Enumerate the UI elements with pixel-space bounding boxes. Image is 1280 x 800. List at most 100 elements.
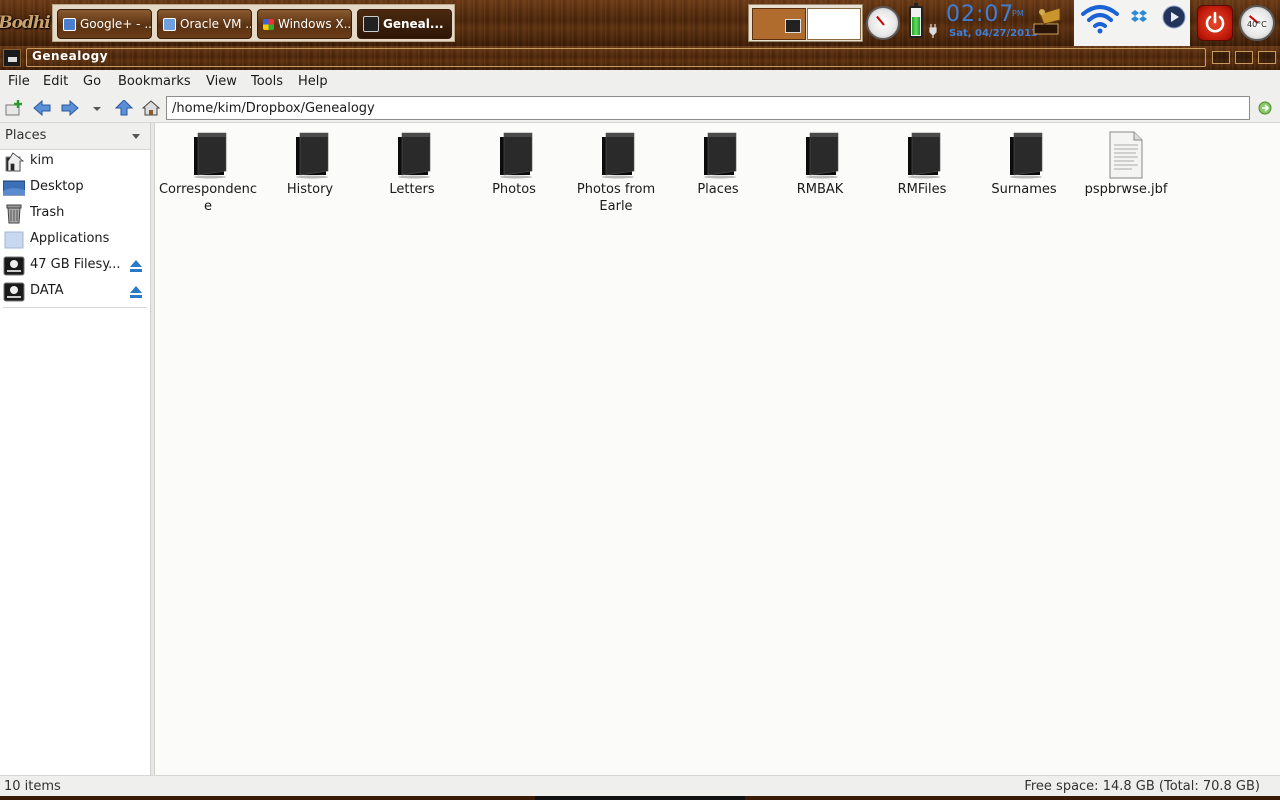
new-tab-icon[interactable] [5, 100, 23, 116]
folder-item[interactable]: Letters [362, 131, 462, 198]
bottom-panel-dock[interactable] [535, 796, 745, 800]
workspace-1[interactable] [752, 8, 806, 40]
folder-icon [1010, 132, 1043, 179]
document-icon [1109, 131, 1143, 179]
sidebar-item-47gb-filesystem[interactable]: 47 GB Filesy... [0, 253, 150, 279]
folder-icon [500, 132, 533, 179]
places-sidebar: Places kim Desktop Trash Applications 47… [0, 123, 151, 775]
workspace-2[interactable] [807, 8, 861, 40]
go-icon[interactable] [1256, 100, 1274, 116]
folder-icon [194, 132, 227, 179]
folder-item[interactable]: Places [668, 131, 768, 198]
bodhi-menu-logo[interactable]: Bodhi [0, 4, 51, 42]
sidebar-item-label: 47 GB Filesy... [30, 257, 121, 272]
sidebar-item-label: kim [30, 153, 54, 168]
drive-icon [3, 282, 25, 302]
file-view: Correspondence History Letters Photos Ph… [155, 123, 1280, 775]
folder-item[interactable]: Correspondence [158, 131, 258, 215]
file-name: RMFiles [897, 182, 947, 197]
sidebar-item-desktop[interactable]: Desktop [0, 175, 150, 201]
virtualbox-icon [163, 17, 176, 31]
folder-item[interactable]: Surnames [974, 131, 1074, 198]
file-name: pspbrwse.jbf [1084, 182, 1168, 197]
task-oracle-vm[interactable]: Oracle VM ... [157, 9, 252, 39]
battery-icon[interactable] [909, 3, 923, 38]
chevron-down-icon[interactable] [132, 134, 140, 139]
workspace-window-thumb [785, 19, 801, 33]
close-button[interactable] [1258, 51, 1276, 64]
file-name: RMBAK [796, 182, 844, 197]
file-name: Surnames [991, 182, 1057, 197]
back-arrow-icon[interactable] [33, 100, 51, 116]
power-icon [1205, 11, 1225, 33]
folder-icon [806, 132, 839, 179]
menu-edit[interactable]: Edit [43, 74, 68, 89]
menubar: File Edit Go Bookmarks View Tools Help [0, 70, 1280, 94]
clock-time[interactable]: 02:07 [946, 2, 1014, 27]
media-play-icon[interactable] [1162, 5, 1186, 29]
file-name: Photos [492, 182, 536, 197]
free-space: Free space: 14.8 GB (Total: 70.8 GB) [1024, 779, 1260, 794]
cpu-gauge-icon [866, 6, 900, 40]
menu-bookmarks[interactable]: Bookmarks [118, 74, 191, 89]
sidebar-item-label: Desktop [30, 179, 84, 194]
home-icon[interactable] [142, 100, 160, 116]
folder-icon [908, 132, 941, 179]
minimize-button[interactable] [1212, 51, 1230, 64]
task-label: Oracle VM ... [180, 17, 252, 31]
menu-tools[interactable]: Tools [251, 74, 283, 89]
window-menu-icon[interactable] [3, 49, 21, 67]
home-folder-icon [5, 152, 25, 172]
file-manager-icon [363, 16, 379, 32]
sidebar-item-data[interactable]: DATA [0, 279, 150, 305]
menu-file[interactable]: File [8, 74, 30, 89]
menu-go[interactable]: Go [83, 74, 101, 89]
folder-item[interactable]: Photos [464, 131, 564, 198]
file-name: History [286, 182, 334, 197]
task-google-plus[interactable]: Google+ - ... [57, 9, 152, 39]
forward-arrow-icon[interactable] [61, 100, 79, 116]
folder-icon [704, 132, 737, 179]
sidebar-header-label: Places [5, 128, 47, 143]
file-item[interactable]: pspbrwse.jbf [1076, 131, 1176, 198]
up-arrow-icon[interactable] [115, 100, 133, 116]
trash-icon [6, 204, 22, 224]
eject-icon[interactable] [129, 285, 143, 299]
menu-view[interactable]: View [206, 74, 237, 89]
item-count: 10 items [4, 779, 61, 794]
power-button[interactable] [1197, 5, 1233, 41]
folder-item[interactable]: History [260, 131, 360, 198]
top-panel: Bodhi Google+ - ... Oracle VM ... Window… [0, 0, 1280, 46]
location-input[interactable] [166, 96, 1250, 120]
task-label: Geneal... [383, 17, 444, 31]
sidebar-header[interactable]: Places [0, 123, 150, 150]
task-windows-xp[interactable]: Windows X... [257, 9, 352, 39]
file-name: Places [697, 182, 739, 197]
gramophone-icon[interactable] [1030, 6, 1066, 38]
sidebar-item-kim[interactable]: kim [0, 149, 150, 175]
folder-item[interactable]: RMFiles [872, 131, 972, 198]
menu-help[interactable]: Help [298, 74, 328, 89]
file-name: Photos from Earle [576, 182, 656, 214]
plug-icon [929, 24, 937, 38]
eject-icon[interactable] [129, 259, 143, 273]
taskbar: Google+ - ... Oracle VM ... Windows X...… [52, 4, 455, 42]
folder-item[interactable]: Photos from Earle [566, 131, 666, 215]
file-name: Correspondence [158, 182, 258, 214]
window-titlebar[interactable]: Genealogy [0, 46, 1280, 70]
maximize-button[interactable] [1235, 51, 1253, 64]
dropbox-icon[interactable] [1130, 8, 1148, 26]
sidebar-item-trash[interactable]: Trash [0, 201, 150, 227]
sidebar-item-label: DATA [30, 283, 64, 298]
sidebar-item-label: Trash [30, 205, 65, 220]
history-dropdown-icon[interactable] [88, 100, 106, 116]
file-name: Letters [389, 182, 435, 197]
sidebar-item-applications[interactable]: Applications [0, 227, 150, 253]
folder-item[interactable]: RMBAK [770, 131, 870, 198]
wifi-icon[interactable] [1080, 2, 1120, 36]
task-genealogy[interactable]: Geneal... [357, 9, 452, 39]
workspace-pager[interactable] [748, 4, 863, 42]
drive-icon [3, 256, 25, 276]
windows-icon [263, 18, 274, 30]
applications-icon [4, 231, 24, 249]
